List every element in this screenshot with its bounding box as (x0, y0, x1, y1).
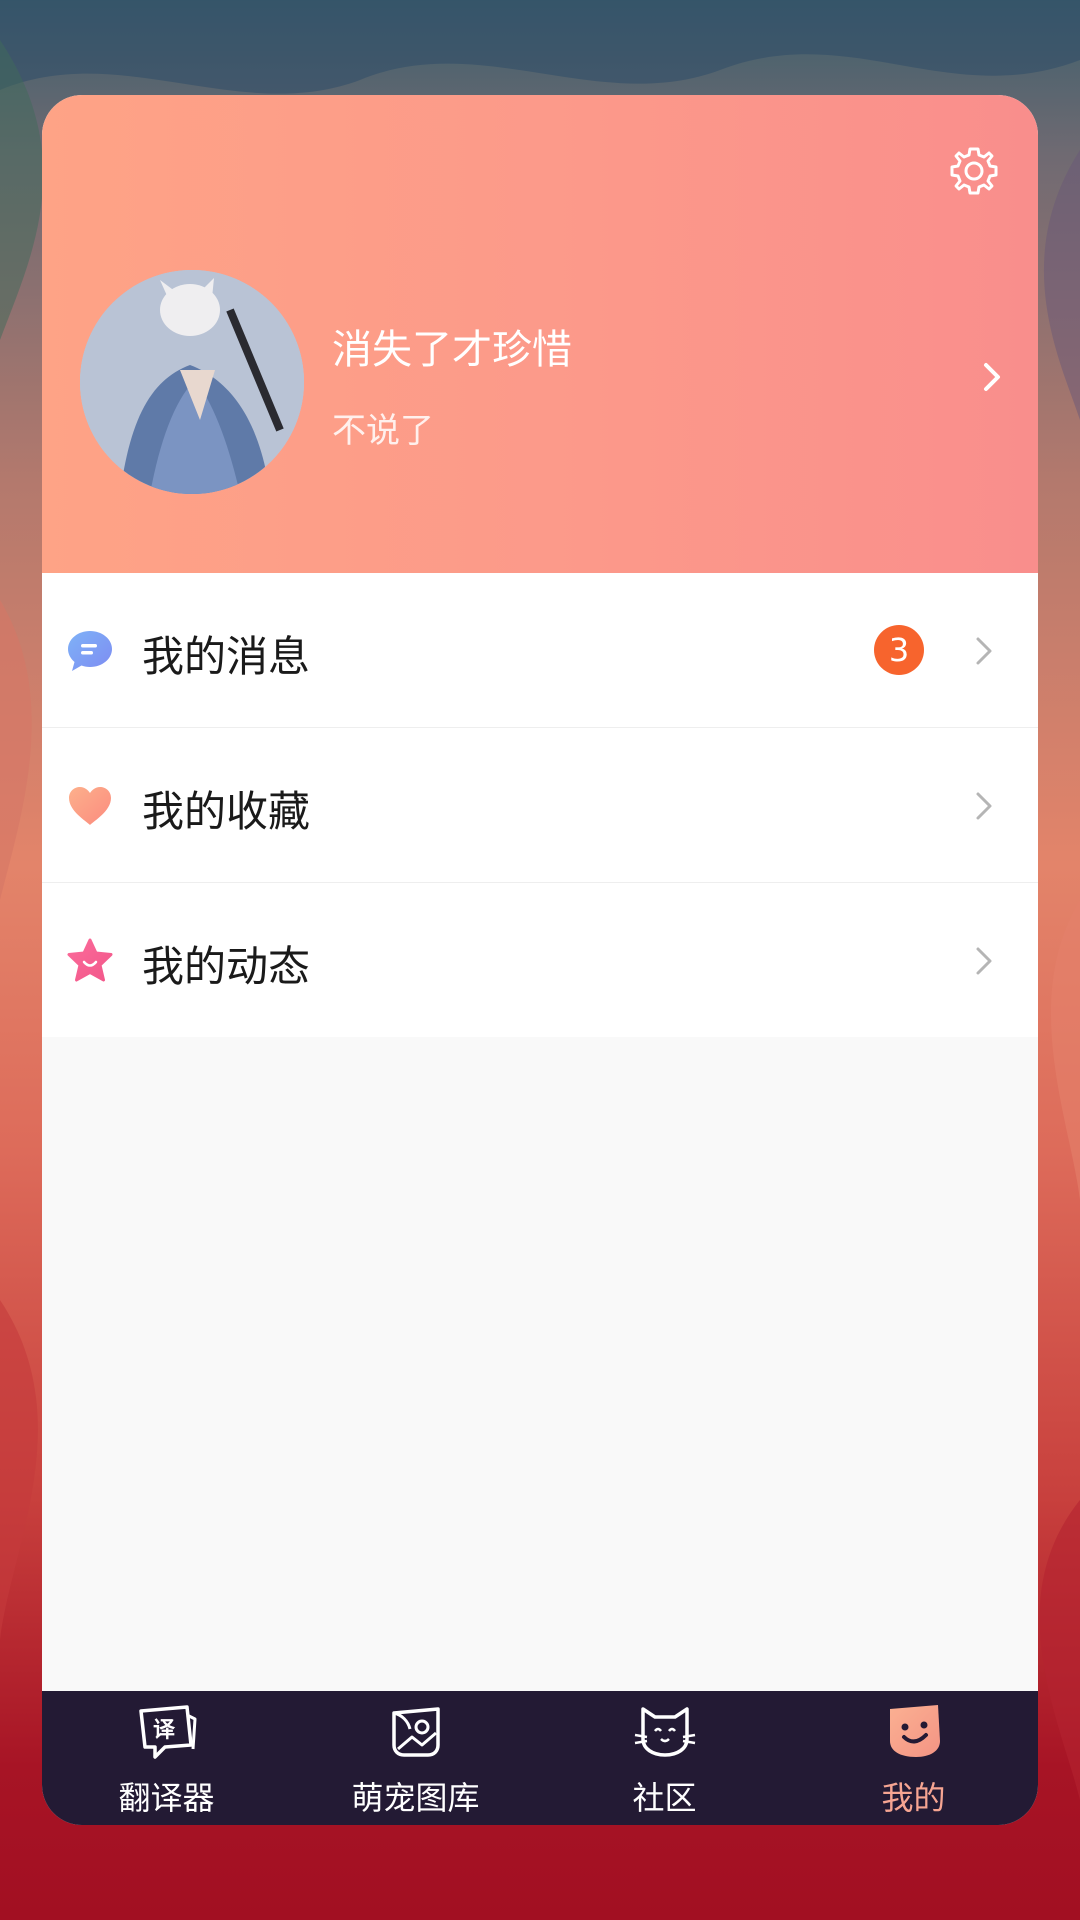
smile-face-icon (889, 1705, 940, 1757)
chevron-right-icon (976, 637, 992, 665)
menu-item-messages[interactable]: 我的消息 3 (42, 573, 1038, 728)
tab-translator[interactable]: 译 翻译器 (42, 1691, 291, 1825)
message-bubble-icon (68, 631, 112, 671)
cat-community-icon (634, 1707, 695, 1757)
tab-pet-gallery[interactable]: 萌宠图库 (291, 1691, 540, 1825)
chevron-right-icon[interactable] (972, 357, 1012, 397)
menu-item-label: 我的动态 (142, 942, 311, 991)
settings-button[interactable] (946, 143, 1002, 199)
avatar-image (80, 270, 304, 494)
bottom-tab-bar: 译 翻译器 萌宠图库 社区 我的 (42, 1691, 1038, 1825)
unread-count-badge: 3 (874, 625, 924, 675)
chevron-right-icon (976, 947, 992, 975)
heart-icon (69, 787, 111, 825)
profile-name[interactable]: 消失了才珍惜 (332, 317, 572, 375)
tab-mine[interactable]: 我的 (789, 1691, 1038, 1825)
tab-label: 我的 (881, 1779, 946, 1817)
avatar[interactable] (80, 270, 304, 494)
menu-item-favorites[interactable]: 我的收藏 (42, 728, 1038, 883)
menu-item-label: 我的消息 (142, 632, 311, 681)
gear-icon (950, 147, 998, 195)
profile-signature: 不说了 (332, 411, 434, 451)
profile-card: 消失了才珍惜 不说了 我的消息 3 我的收藏 我的动态 译 翻译器 萌宠图库 社… (42, 95, 1038, 1825)
pet-gallery-icon (391, 1707, 440, 1757)
tab-label: 翻译器 (118, 1779, 215, 1817)
menu-list: 我的消息 3 我的收藏 我的动态 (42, 573, 1038, 1037)
translate-icon: 译 (138, 1705, 196, 1759)
chevron-right-icon (976, 792, 992, 820)
star-face-icon (67, 938, 113, 982)
profile-header: 消失了才珍惜 不说了 (42, 95, 1038, 573)
menu-item-posts[interactable]: 我的动态 (42, 883, 1038, 1037)
tab-community[interactable]: 社区 (540, 1691, 789, 1825)
menu-item-label: 我的收藏 (142, 787, 311, 836)
tab-label: 萌宠图库 (351, 1779, 480, 1817)
svg-text:译: 译 (153, 1718, 176, 1743)
tab-label: 社区 (632, 1779, 697, 1817)
